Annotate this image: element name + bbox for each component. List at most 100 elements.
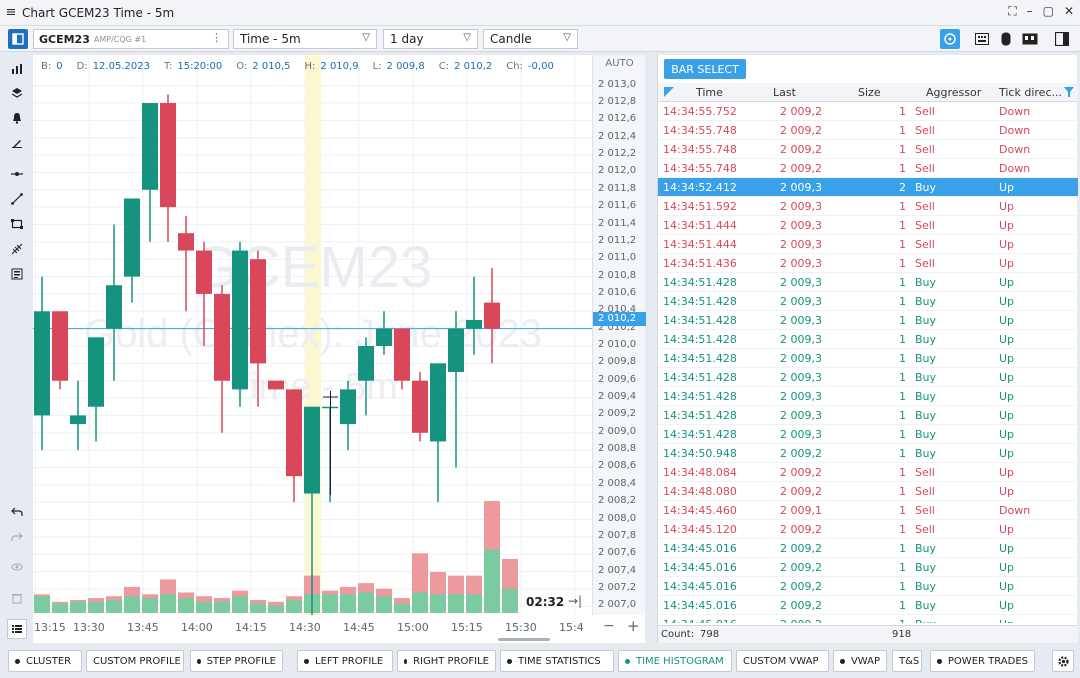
template-icon[interactable] bbox=[7, 264, 27, 284]
ts-row[interactable]: 14:34:45.460 2 009,1 1 Sell Down bbox=[658, 501, 1078, 520]
ts-row[interactable]: 14:34:48.080 2 009,2 1 Sell Up bbox=[658, 482, 1078, 501]
visibility-icon[interactable] bbox=[7, 557, 27, 577]
bottom-toggle-cluster[interactable]: CLUSTER bbox=[8, 650, 82, 672]
candle-body bbox=[88, 337, 104, 407]
col-tick-direction[interactable]: Tick direc... bbox=[999, 86, 1062, 99]
ts-row[interactable]: 14:34:51.428 2 009,3 1 Buy Up bbox=[658, 387, 1078, 406]
gear-icon[interactable] bbox=[1052, 650, 1074, 672]
ts-row[interactable]: 14:34:51.444 2 009,3 1 Sell Up bbox=[658, 235, 1078, 254]
ts-row[interactable]: 14:34:51.428 2 009,3 1 Buy Up bbox=[658, 292, 1078, 311]
col-size[interactable]: Size bbox=[858, 86, 881, 99]
bottom-toggle-t-s[interactable]: T&S bbox=[892, 650, 922, 672]
price-tick: 2 007,6 bbox=[598, 547, 637, 559]
scroll-to-end-icon[interactable]: →| bbox=[568, 594, 582, 608]
sidebar-toggle-icon[interactable] bbox=[1052, 29, 1072, 49]
chart-type-dropdown[interactable]: Candle ▽ bbox=[483, 29, 578, 49]
candlestick-chart[interactable]: GCEM23 Gold (Comex): June 2023 Time - 5m bbox=[33, 55, 592, 615]
minimize-icon[interactable]: – bbox=[1027, 4, 1033, 19]
ts-row[interactable]: 14:34:51.428 2 009,3 1 Buy Up bbox=[658, 406, 1078, 425]
ts-row[interactable]: 14:34:51.428 2 009,3 1 Buy Up bbox=[658, 349, 1078, 368]
horizontal-scrollbar[interactable] bbox=[498, 638, 550, 641]
ts-rows[interactable]: 14:34:55.752 2 009,2 1 Sell Down 14:34:55.748… bbox=[658, 102, 1078, 623]
layers-icon[interactable] bbox=[7, 83, 27, 103]
edit-drawing-icon[interactable] bbox=[7, 133, 27, 153]
ts-row[interactable]: 14:34:51.428 2 009,3 1 Buy Up bbox=[658, 330, 1078, 349]
bottom-toggle-vwap[interactable]: VWAP bbox=[833, 650, 887, 672]
price-axis[interactable]: AUTO 2 013,0 2 012,8 2 012,6 2 012,4 2 012,2… bbox=[592, 55, 646, 615]
col-aggressor[interactable]: Aggressor bbox=[926, 86, 981, 99]
drawing-mode-icon[interactable] bbox=[940, 29, 960, 49]
auto-scale-button[interactable]: AUTO bbox=[593, 58, 646, 69]
ts-row[interactable]: 14:34:52.412 2 009,3 2 Buy Up bbox=[658, 178, 1078, 197]
ts-time: 14:34:51.428 bbox=[663, 314, 737, 327]
list-icon[interactable] bbox=[7, 619, 27, 639]
rectangle-icon[interactable] bbox=[7, 214, 27, 234]
ts-row[interactable]: 14:34:51.592 2 009,3 1 Sell Up bbox=[658, 197, 1078, 216]
close-icon[interactable]: ✕ bbox=[1064, 4, 1074, 19]
ts-row[interactable]: 14:34:48.084 2 009,2 1 Sell Up bbox=[658, 463, 1078, 482]
bottom-toggle-step-profile[interactable]: STEP PROFILE bbox=[190, 650, 283, 672]
bottom-toggle-left-profile[interactable]: LEFT PROFILE bbox=[297, 650, 393, 672]
ts-row[interactable]: 14:34:45.120 2 009,2 1 Sell Up bbox=[658, 520, 1078, 539]
time-axis[interactable]: 13:15 13:30 13:45 14:00 14:15 14:30 14:45 15:00… bbox=[33, 615, 640, 643]
sort-corner-icon[interactable] bbox=[664, 87, 674, 97]
period-dropdown[interactable]: 1 day ▽ bbox=[383, 29, 478, 49]
ts-row[interactable]: 14:34:45.016 2 009,2 1 Buy Up bbox=[658, 539, 1078, 558]
ts-row[interactable]: 14:34:51.428 2 009,3 1 Buy Up bbox=[658, 425, 1078, 444]
bottom-toggle-custom-vwap[interactable]: CUSTOM VWAP bbox=[736, 650, 829, 672]
maximize-icon[interactable]: ▢ bbox=[1043, 4, 1054, 19]
ts-row[interactable]: 14:34:51.428 2 009,3 1 Buy Up bbox=[658, 273, 1078, 292]
fibonacci-icon[interactable] bbox=[7, 239, 27, 259]
bar-select-button[interactable]: BAR SELECT bbox=[664, 59, 746, 79]
ts-row[interactable]: 14:34:51.428 2 009,3 1 Buy Up bbox=[658, 368, 1078, 387]
delete-icon[interactable] bbox=[7, 588, 27, 608]
bottom-toggle-label: POWER TRADES bbox=[947, 655, 1028, 667]
col-time[interactable]: Time bbox=[696, 86, 723, 99]
fullscreen-icon[interactable]: ⛶ bbox=[1008, 4, 1016, 19]
candle bbox=[268, 380, 284, 390]
zoom-out-icon[interactable]: − bbox=[603, 618, 615, 634]
price-tick: 2 012,8 bbox=[598, 96, 637, 108]
interval-dropdown[interactable]: Time - 5m ▽ bbox=[233, 29, 377, 49]
zoom-in-icon[interactable]: + bbox=[627, 617, 640, 635]
ts-row[interactable]: 14:34:45.016 2 009,2 1 Buy Up bbox=[658, 558, 1078, 577]
menu-icon[interactable]: ≡ bbox=[0, 5, 22, 20]
bottom-toggle-custom-profile[interactable]: CUSTOM PROFILE bbox=[86, 650, 184, 672]
bottom-toggle-time-statistics[interactable]: TIME STATISTICS bbox=[500, 650, 614, 672]
bottom-toggle-power-trades[interactable]: POWER TRADES bbox=[930, 650, 1035, 672]
horizontal-line-icon[interactable] bbox=[7, 164, 27, 184]
candle bbox=[412, 372, 428, 442]
price-tick: 2 012,2 bbox=[598, 148, 637, 160]
ts-row[interactable]: 14:34:51.436 2 009,3 1 Sell Up bbox=[658, 254, 1078, 273]
mouse-icon[interactable] bbox=[996, 29, 1016, 49]
col-last[interactable]: Last bbox=[773, 86, 796, 99]
ts-row[interactable]: 14:34:45.016 2 009,2 1 Buy Up bbox=[658, 596, 1078, 615]
bottom-toggle-time-histogram[interactable]: TIME HISTOGRAM bbox=[618, 650, 732, 672]
ts-row[interactable]: 14:34:55.748 2 009,2 1 Sell Down bbox=[658, 159, 1078, 178]
ts-row[interactable]: 14:34:51.444 2 009,3 1 Sell Up bbox=[658, 216, 1078, 235]
undo-icon[interactable] bbox=[7, 501, 27, 521]
ts-row[interactable]: 14:34:55.748 2 009,2 1 Sell Down bbox=[658, 140, 1078, 159]
trend-line-icon[interactable] bbox=[7, 189, 27, 209]
bottom-toggle-right-profile[interactable]: RIGHT PROFILE bbox=[397, 650, 496, 672]
redo-icon[interactable] bbox=[7, 526, 27, 546]
keyboard-icon[interactable] bbox=[972, 29, 992, 49]
ts-row[interactable]: 14:34:50.948 2 009,2 1 Buy Up bbox=[658, 444, 1078, 463]
filter-icon[interactable] bbox=[1064, 87, 1074, 97]
trading-icon[interactable] bbox=[1020, 29, 1040, 49]
indicators-icon[interactable] bbox=[7, 59, 27, 79]
ts-row[interactable]: 14:34:55.752 2 009,2 1 Sell Down bbox=[658, 102, 1078, 121]
more-icon[interactable]: ⋮ bbox=[211, 31, 222, 44]
ts-row[interactable]: 14:34:51.428 2 009,3 1 Buy Up bbox=[658, 311, 1078, 330]
panel-toggle-icon[interactable] bbox=[8, 29, 28, 49]
ts-row[interactable]: 14:34:55.748 2 009,2 1 Sell Down bbox=[658, 121, 1078, 140]
bar-timer: 02:32 bbox=[526, 595, 565, 609]
chart-panel[interactable]: GCEM23 Gold (Comex): June 2023 Time - 5m bbox=[33, 55, 645, 643]
volume-bar-delta bbox=[448, 594, 464, 613]
alert-bell-icon[interactable] bbox=[7, 108, 27, 128]
volume-bar-delta bbox=[124, 596, 140, 613]
volume-bar-delta bbox=[286, 599, 302, 613]
symbol-selector[interactable]: GCEM23 AMP/CQG #1 ⋮ bbox=[33, 29, 229, 49]
ts-row[interactable]: 14:34:45.016 2 009,2 1 Buy Up bbox=[658, 615, 1078, 623]
ts-row[interactable]: 14:34:45.016 2 009,2 1 Buy Up bbox=[658, 577, 1078, 596]
